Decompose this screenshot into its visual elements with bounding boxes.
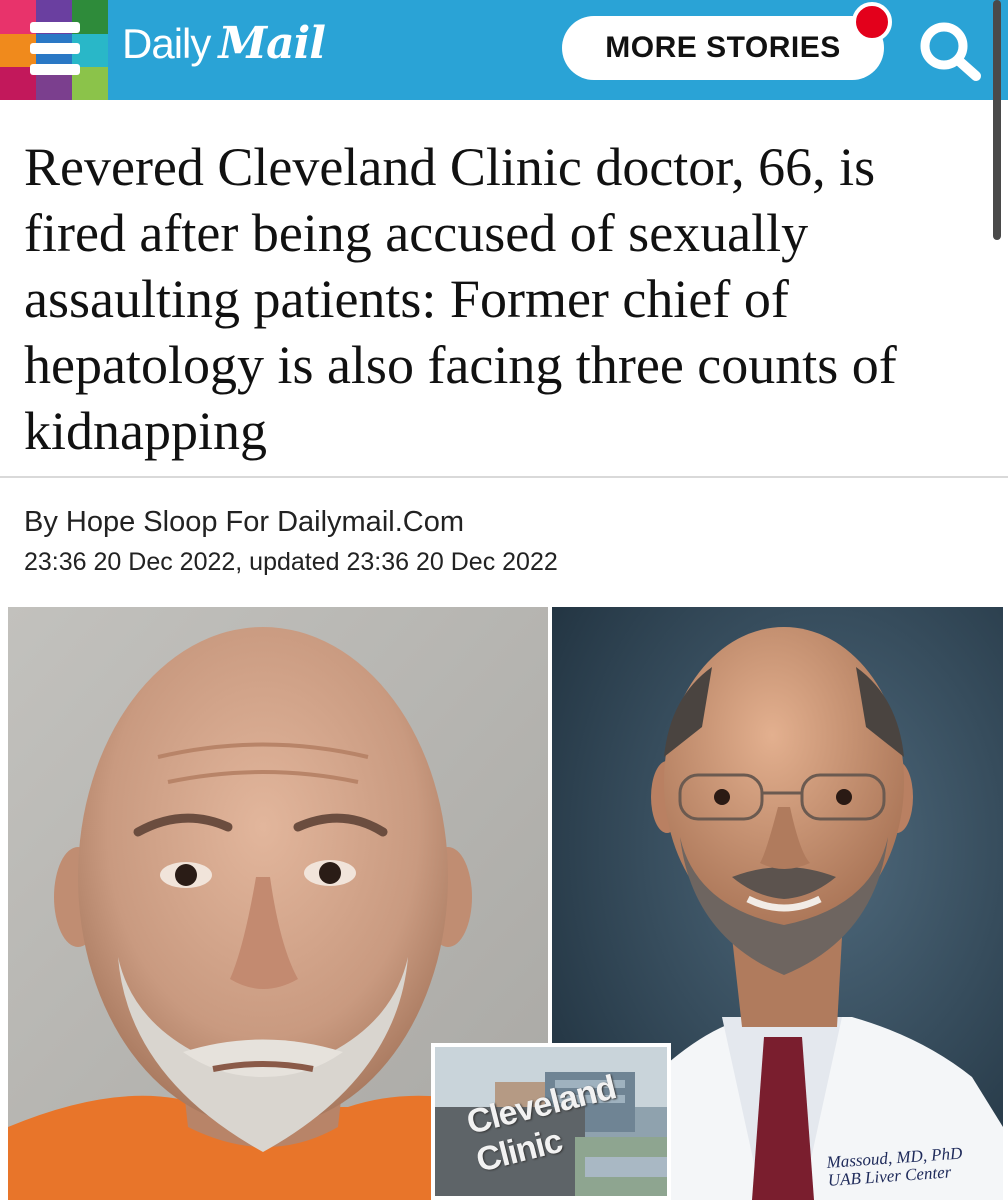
article-byline[interactable]: By Hope Sloop For Dailymail.Com [24, 506, 464, 539]
article-headline: Revered Cleveland Clinic doctor, 66, is … [24, 137, 897, 461]
divider [0, 476, 1008, 478]
top-header: Daily Mail MORE STORIES [0, 0, 1008, 100]
logo-mail-text: Mail [218, 18, 326, 69]
more-stories-button[interactable]: MORE STORIES [562, 16, 884, 80]
menu-icon [30, 22, 80, 76]
article-dateline: 23:36 20 Dec 2022, updated 23:36 20 Dec … [24, 548, 558, 576]
notification-dot [852, 2, 892, 42]
scrollbar[interactable] [993, 0, 1001, 240]
logo-daily-text: Daily [122, 20, 211, 67]
clinic-inset-photo[interactable]: Cleveland Clinic [431, 1043, 671, 1200]
daily-mail-logo[interactable]: Daily Mail [122, 18, 326, 78]
menu-button[interactable] [0, 0, 108, 100]
search-icon[interactable] [914, 18, 984, 82]
